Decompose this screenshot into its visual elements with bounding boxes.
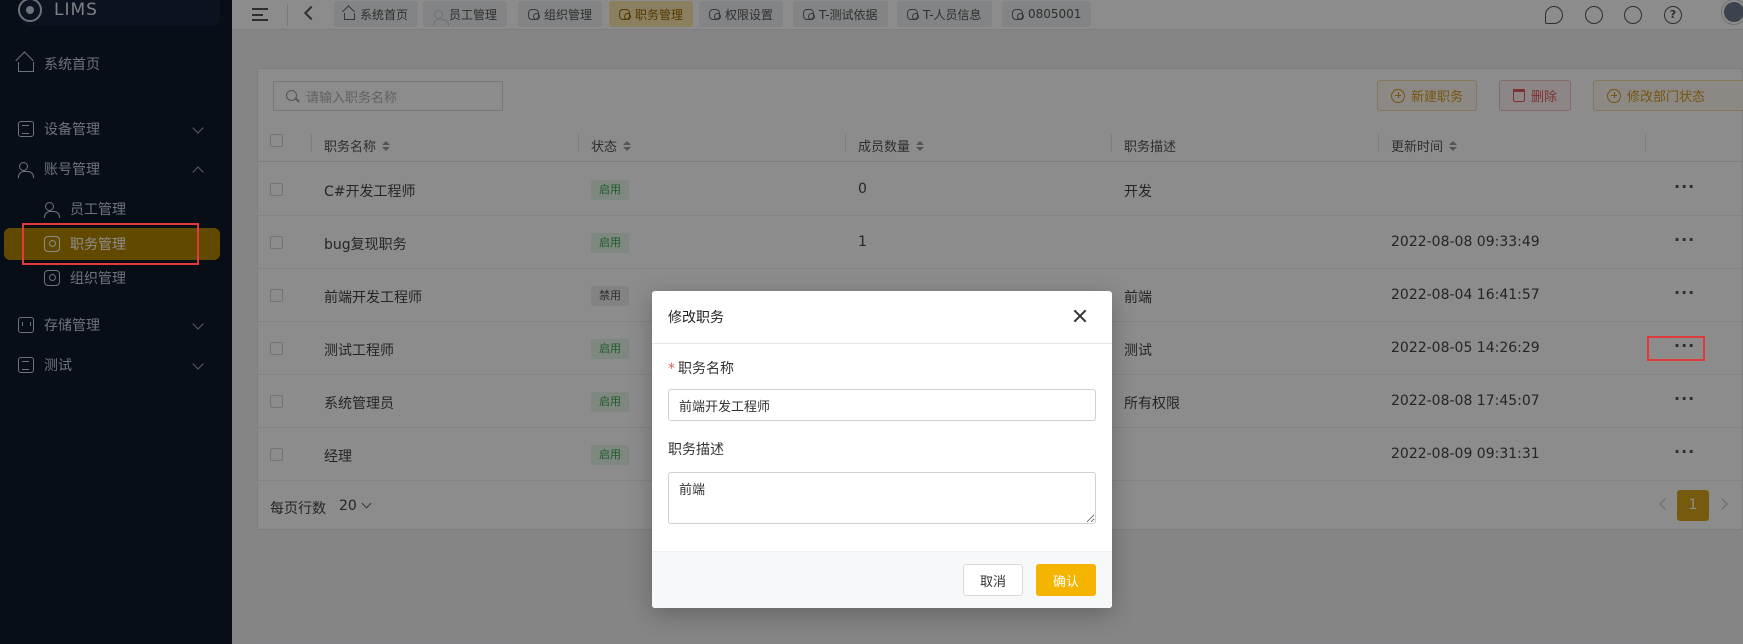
label-text: 职务名称 <box>678 361 734 377</box>
required-mark: * <box>668 361 675 377</box>
position-name-label: * 职务名称 <box>668 358 734 378</box>
position-desc-label: 职务描述 <box>668 442 724 458</box>
cancel-button[interactable]: 取消 <box>963 564 1023 596</box>
divider <box>652 343 1112 344</box>
highlight-box-more <box>1647 336 1705 361</box>
highlight-box-sidebar <box>22 223 199 265</box>
position-name-input[interactable] <box>668 389 1096 421</box>
confirm-button[interactable]: 确认 <box>1036 564 1096 596</box>
edit-position-dialog: 修改职务 *职务名称 职务描述 前端 取消 确认 <box>652 291 1112 608</box>
close-icon[interactable] <box>1073 309 1087 323</box>
dialog-title: 修改职务 <box>668 310 724 326</box>
position-desc-textarea[interactable]: 前端 <box>668 472 1096 524</box>
